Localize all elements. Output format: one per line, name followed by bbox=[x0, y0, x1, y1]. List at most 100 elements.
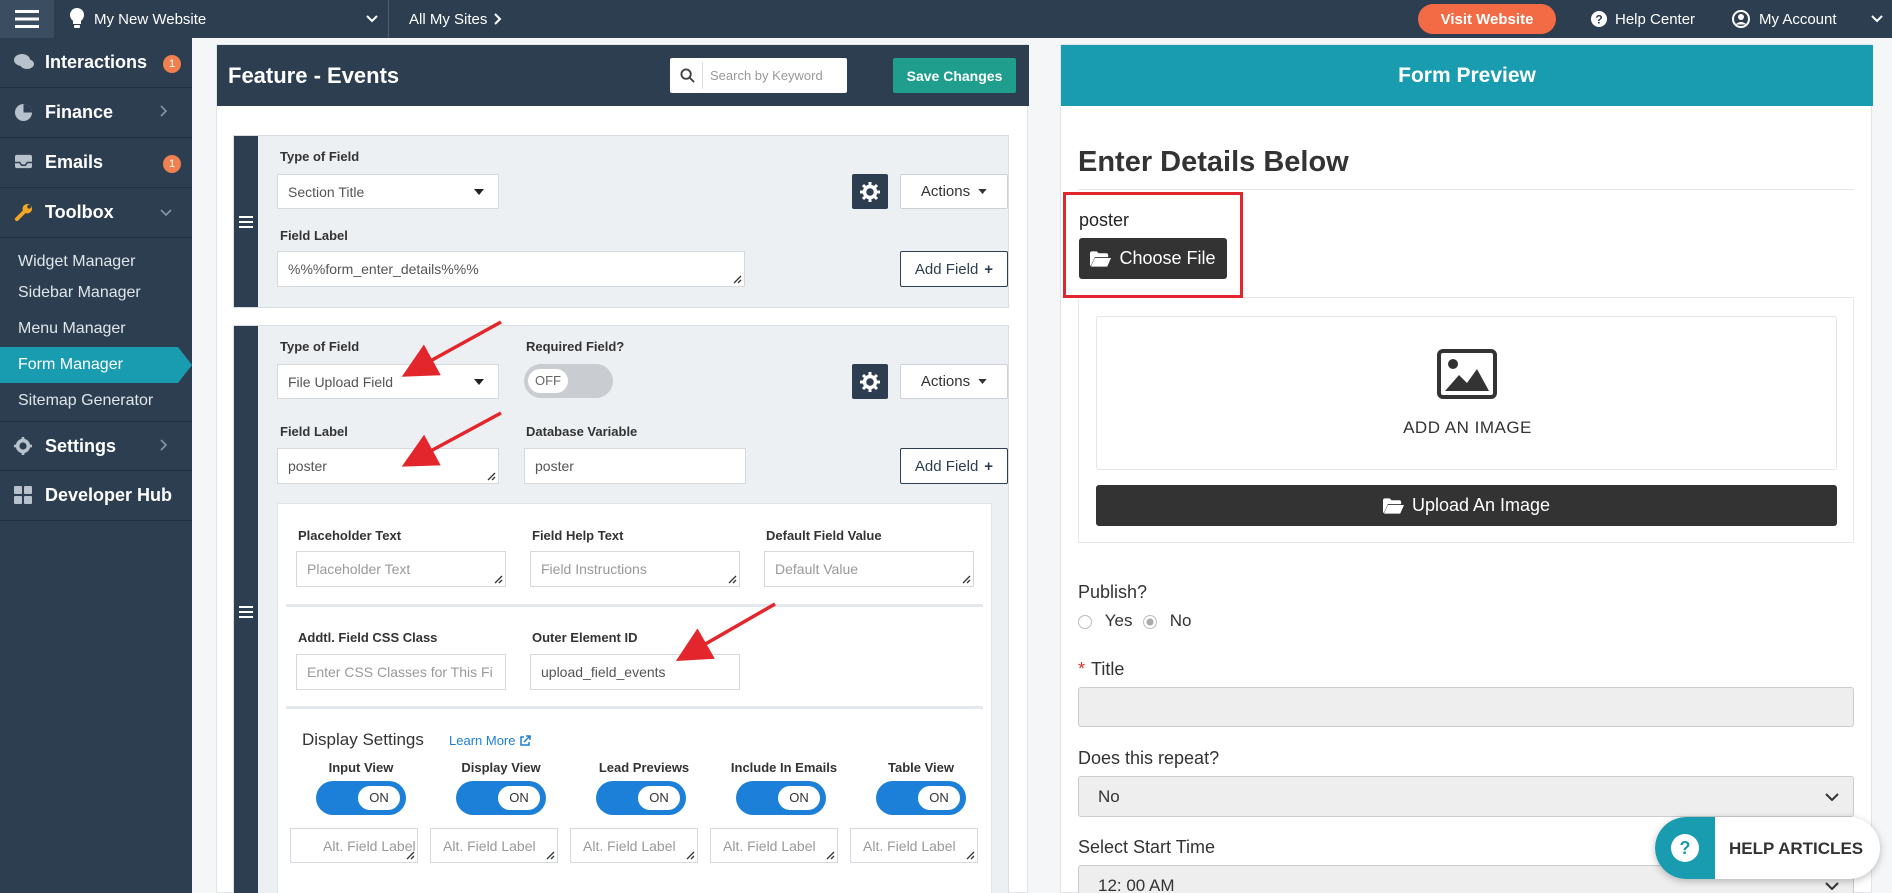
actions-dropdown[interactable]: Actions bbox=[900, 364, 1008, 399]
field-label-input[interactable]: poster bbox=[277, 448, 499, 484]
actions-label: Actions bbox=[920, 183, 971, 200]
help-center-link[interactable]: ? Help Center bbox=[1591, 0, 1701, 38]
folder-open-icon bbox=[1382, 497, 1404, 514]
help-articles-label: HELP ARTICLES bbox=[1729, 839, 1864, 858]
chevron-down-icon bbox=[1871, 15, 1883, 23]
field-label-heading: Addtl. Field CSS Class bbox=[298, 630, 438, 645]
input-view-toggle[interactable]: ON bbox=[316, 781, 406, 815]
field-settings-button[interactable] bbox=[852, 174, 888, 209]
field-card-section-title: Type of Field Section Title Actions Fiel… bbox=[233, 135, 1009, 308]
my-account-menu[interactable]: My Account bbox=[1732, 0, 1892, 38]
page-title: Feature - Events bbox=[228, 63, 400, 88]
caret-down-icon bbox=[474, 189, 484, 195]
search-divider bbox=[702, 62, 703, 89]
resize-handle-icon bbox=[962, 575, 971, 584]
field-label-heading: Field Label bbox=[280, 424, 348, 439]
repeat-select[interactable]: No bbox=[1078, 776, 1854, 817]
resize-handle-icon bbox=[733, 275, 742, 284]
search-input[interactable]: Search by Keyword bbox=[670, 58, 847, 93]
toggle-label-lead-previews: Lead Previews bbox=[598, 760, 690, 775]
upload-image-button[interactable]: Upload An Image bbox=[1096, 485, 1837, 526]
field-label-input[interactable]: %%%form_enter_details%%% bbox=[277, 251, 745, 287]
sidebar-item-finance[interactable]: Finance bbox=[0, 88, 192, 138]
gear-icon bbox=[14, 437, 32, 455]
resize-handle-icon bbox=[487, 472, 496, 481]
lead-previews-toggle[interactable]: ON bbox=[596, 781, 686, 815]
all-my-sites-link[interactable]: All My Sites bbox=[409, 0, 509, 38]
drag-handle[interactable] bbox=[234, 136, 258, 307]
alt-field-label-input[interactable]: Alt. Field Label bbox=[710, 828, 838, 863]
help-articles-button[interactable]: ? HELP ARTICLES bbox=[1655, 817, 1880, 879]
learn-more-link[interactable]: Learn More bbox=[449, 733, 532, 748]
sidebar-subitem-sidebar-manager[interactable]: Sidebar Manager bbox=[0, 275, 192, 311]
alt-field-label-input[interactable]: Alt. Field Label bbox=[430, 828, 558, 863]
hamburger-menu-button[interactable] bbox=[0, 0, 54, 38]
outer-element-id-input[interactable]: upload_field_events bbox=[530, 654, 740, 690]
default-value-input[interactable]: Default Value bbox=[764, 551, 974, 587]
field-settings-button[interactable] bbox=[852, 364, 888, 399]
alt-field-label-input[interactable]: Alt. Field Label bbox=[570, 828, 698, 863]
add-field-label: Add Field bbox=[914, 260, 979, 278]
field-label-heading: Field Help Text bbox=[532, 528, 624, 543]
database-variable-input[interactable]: poster bbox=[524, 448, 746, 484]
sidebar-item-emails[interactable]: Emails 1 bbox=[0, 138, 192, 188]
sidebar-subitem-sitemap-generator[interactable]: Sitemap Generator bbox=[0, 383, 192, 419]
gear-icon bbox=[860, 371, 880, 392]
sidebar-item-settings[interactable]: Settings bbox=[0, 421, 192, 471]
actions-dropdown[interactable]: Actions bbox=[900, 174, 1008, 209]
alt-field-label-input[interactable]: Alt. Field Label bbox=[290, 828, 418, 863]
placeholder-text-input[interactable]: Placeholder Text bbox=[296, 551, 506, 587]
toggle-knob: ON bbox=[358, 786, 400, 810]
image-drop-zone[interactable]: ADD AN IMAGE bbox=[1096, 316, 1837, 470]
repeat-label: Does this repeat? bbox=[1078, 748, 1220, 768]
field-label-heading: Placeholder Text bbox=[298, 528, 402, 543]
required-toggle[interactable]: OFF bbox=[524, 364, 613, 398]
add-field-label: Add Field bbox=[914, 457, 979, 475]
table-view-toggle[interactable]: ON bbox=[876, 781, 966, 815]
display-view-toggle[interactable]: ON bbox=[456, 781, 546, 815]
visit-website-label: Visit Website bbox=[1440, 10, 1534, 28]
sidebar-subitem-menu-manager[interactable]: Menu Manager bbox=[0, 311, 192, 347]
title-label: Title bbox=[1091, 659, 1125, 679]
alt-field-label-input[interactable]: Alt. Field Label bbox=[850, 828, 978, 863]
css-class-input[interactable]: Enter CSS Classes for This Fi bbox=[296, 654, 506, 690]
field-label-heading: Outer Element ID bbox=[532, 630, 638, 645]
question-circle-icon: ? bbox=[1591, 11, 1607, 27]
publish-no-radio[interactable]: No bbox=[1143, 611, 1191, 631]
top-bar: My New Website All My Sites Visit Websit… bbox=[0, 0, 1892, 38]
chevron-down-icon bbox=[1825, 793, 1839, 801]
title-input[interactable] bbox=[1078, 687, 1854, 727]
sidebar-item-developer-hub[interactable]: Developer Hub bbox=[0, 471, 192, 521]
chevron-down-icon bbox=[366, 15, 378, 23]
site-selector[interactable]: My New Website bbox=[68, 0, 384, 38]
visit-website-button[interactable]: Visit Website bbox=[1418, 4, 1556, 34]
toggle-knob: ON bbox=[918, 786, 960, 810]
toggle-knob: ON bbox=[498, 786, 540, 810]
add-field-button[interactable]: Add Field + bbox=[900, 251, 1008, 287]
chevron-down-icon bbox=[1825, 882, 1839, 890]
save-changes-button[interactable]: Save Changes bbox=[893, 58, 1016, 93]
field-label-heading: Type of Field bbox=[280, 339, 360, 354]
toggle-knob: ON bbox=[778, 786, 820, 810]
sidebar-item-label: Interactions bbox=[45, 52, 148, 72]
required-asterisk: * bbox=[1078, 659, 1086, 679]
start-time-label: Select Start Time bbox=[1078, 837, 1216, 857]
resize-handle-icon bbox=[494, 575, 503, 584]
field-help-text-input[interactable]: Field Instructions bbox=[530, 551, 740, 587]
sidebar-item-interactions[interactable]: Interactions 1 bbox=[0, 38, 192, 88]
sidebar-item-toolbox[interactable]: Toolbox bbox=[0, 188, 192, 238]
add-field-button[interactable]: Add Field + bbox=[900, 448, 1008, 484]
save-changes-label: Save Changes bbox=[906, 67, 1003, 84]
default-value-placeholder: Default Value bbox=[775, 561, 859, 577]
resize-handle-icon bbox=[826, 851, 835, 860]
gear-icon bbox=[860, 181, 880, 202]
sidebar-subitem-form-manager[interactable]: Form Manager bbox=[0, 347, 178, 383]
field-type-select[interactable]: Section Title bbox=[277, 174, 499, 209]
drag-handle[interactable] bbox=[234, 326, 258, 893]
publish-yes-radio[interactable]: Yes bbox=[1078, 611, 1132, 631]
divider bbox=[1078, 189, 1854, 190]
field-type-select[interactable]: File Upload Field bbox=[277, 364, 499, 399]
resize-handle-icon bbox=[728, 575, 737, 584]
include-in-emails-toggle[interactable]: ON bbox=[736, 781, 826, 815]
resize-handle-icon bbox=[686, 851, 695, 860]
